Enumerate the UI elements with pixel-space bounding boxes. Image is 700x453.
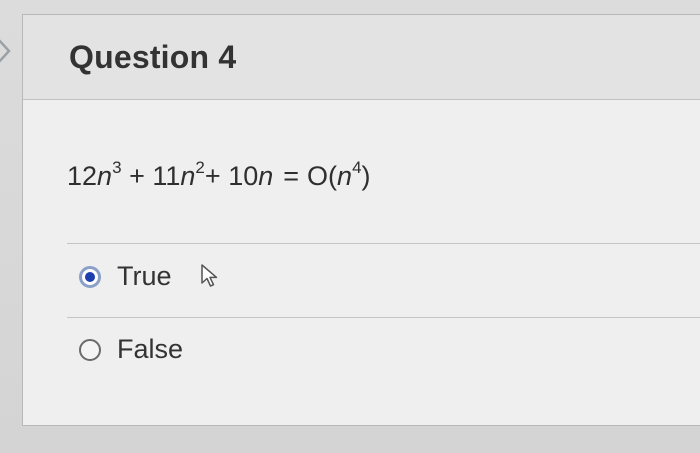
term-1-variable: n xyxy=(97,161,113,191)
radio-button-false[interactable] xyxy=(79,338,101,361)
answer-label-true: True xyxy=(117,261,172,291)
chevron-right-icon[interactable] xyxy=(0,36,12,66)
radio-button-true[interactable] xyxy=(79,265,101,288)
question-expression: 12n3 + 11n2+ 10n = O(n4) xyxy=(67,158,371,192)
answer-option-true[interactable]: True xyxy=(79,261,172,292)
question-card: Question 4 12n3 + 11n2+ 10n = O(n4) True F… xyxy=(22,14,700,426)
answer-label-false: False xyxy=(117,334,184,364)
term-1-coefficient: 12 xyxy=(67,161,98,191)
answer-divider xyxy=(67,243,700,244)
big-o-open: O( xyxy=(307,161,338,191)
big-o-exponent: 4 xyxy=(352,158,362,177)
term-2-coefficient: 11 xyxy=(152,161,181,191)
term-1-exponent: 3 xyxy=(112,158,122,177)
answer-divider xyxy=(67,317,700,318)
term-2-exponent: 2 xyxy=(195,158,205,177)
equals-sign: = xyxy=(283,161,300,191)
big-o-variable: n xyxy=(337,161,353,191)
question-header: Question 4 xyxy=(23,15,700,100)
term-2-variable: n xyxy=(180,161,196,191)
term-3-variable: n xyxy=(258,161,274,191)
plus-sign: + xyxy=(204,161,221,191)
big-o-close: ) xyxy=(361,161,371,191)
plus-sign: + xyxy=(129,161,145,191)
mouse-pointer-icon xyxy=(201,264,218,287)
answer-option-false[interactable]: False xyxy=(79,334,183,365)
term-3-coefficient: 10 xyxy=(228,161,259,191)
question-title: Question 4 xyxy=(69,39,237,75)
